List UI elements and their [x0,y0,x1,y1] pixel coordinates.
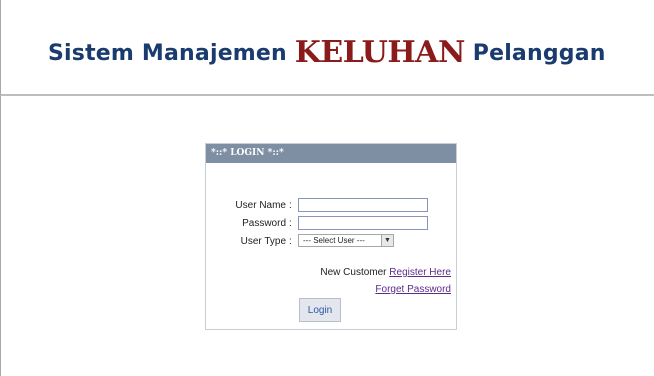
login-button[interactable]: Login [299,298,341,322]
usertype-label: User Type [240,236,286,247]
usertype-select[interactable]: --- Select User --- ▼ [298,234,394,247]
login-box-title: *::* LOGIN *::* [206,144,456,163]
password-label: Password [242,218,286,229]
banner-highlight: KELUHAN [294,35,466,70]
password-colon: : [289,218,292,229]
password-row: Password : [206,216,456,232]
username-label: User Name [235,200,286,211]
banner-text-1: Sistem Manajemen [48,41,295,66]
username-colon: : [289,200,292,211]
usertype-selected-value: --- Select User --- [303,236,365,245]
banner-text-2: Pelanggan [464,41,606,66]
app-banner: Sistem Manajemen KELUHAN Pelanggan [48,33,606,70]
username-row: User Name : [206,198,456,214]
username-input[interactable] [298,198,428,212]
header: Sistem Manajemen KELUHAN Pelanggan [0,6,654,96]
forget-line: Forget Password [375,284,451,295]
forget-password-link[interactable]: Forget Password [375,284,451,295]
new-customer-text: New Customer [320,267,387,278]
register-link[interactable]: Register Here [389,267,451,278]
usertype-colon: : [289,236,292,247]
login-box: *::* LOGIN *::* User Name : Password : U… [205,143,457,330]
usertype-row: User Type : --- Select User --- ▼ [206,234,456,250]
password-input[interactable] [298,216,428,230]
chevron-down-icon[interactable]: ▼ [381,235,393,246]
register-line: New Customer Register Here [320,267,451,278]
